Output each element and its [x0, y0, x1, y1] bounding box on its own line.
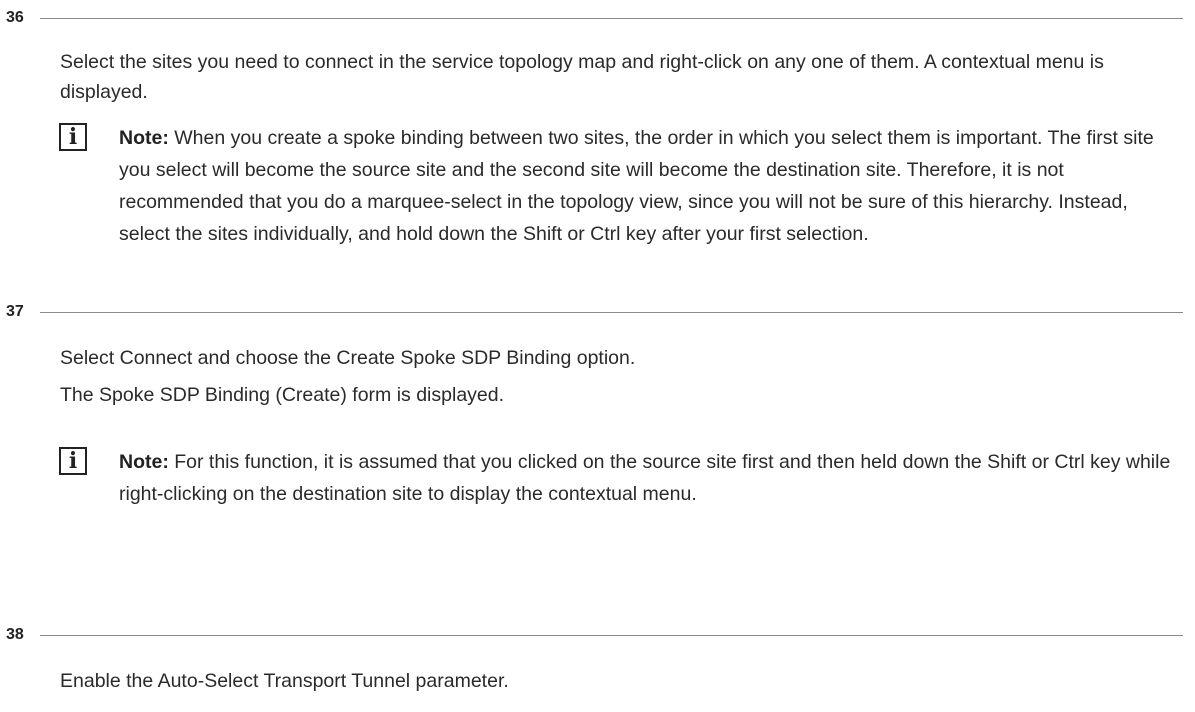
- info-icon: i: [59, 447, 87, 475]
- step-divider: [40, 17, 1183, 19]
- step-38-text: Enable the Auto-Select Transport Tunnel …: [60, 670, 509, 692]
- step-37-text: Select Connect and choose the Create Spo…: [60, 347, 636, 369]
- note-text: Note: For this function, it is assumed t…: [119, 446, 1184, 510]
- step-36-note: i Note: When you create a spoke binding …: [59, 122, 1179, 292]
- step-38-header: 38: [6, 625, 1183, 645]
- note-text: Note: When you create a spoke binding be…: [119, 122, 1184, 250]
- step-36-text: Select the sites you need to connect in …: [60, 51, 1104, 103]
- note-body: For this function, it is assumed that yo…: [119, 451, 1171, 505]
- step-37-result-text: The Spoke SDP Binding (Create) form is d…: [60, 384, 505, 406]
- note-label: Note:: [119, 451, 169, 473]
- step-divider: [40, 311, 1183, 313]
- step-37-header: 37: [6, 302, 1183, 322]
- step-number: 37: [6, 303, 24, 320]
- step-number: 38: [6, 626, 24, 643]
- step-number: 36: [6, 9, 24, 26]
- note-body: When you create a spoke binding between …: [119, 127, 1154, 245]
- step-divider: [40, 634, 1183, 636]
- step-37-note: i Note: For this function, it is assumed…: [59, 446, 1179, 546]
- step-36-header: 36: [6, 8, 1183, 28]
- note-label: Note:: [119, 127, 169, 149]
- info-icon: i: [59, 123, 87, 151]
